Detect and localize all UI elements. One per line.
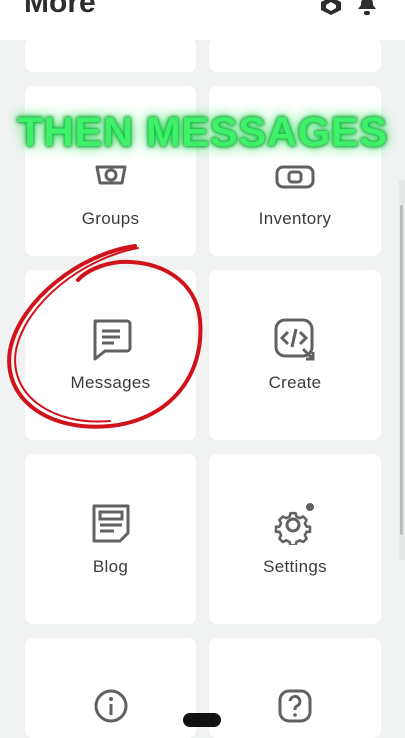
blog-icon — [89, 501, 133, 545]
partial-tile-right[interactable] — [209, 38, 381, 72]
groups-icon — [89, 163, 133, 191]
messages-label: Messages — [70, 373, 151, 392]
blog-tile[interactable]: Blog — [25, 454, 196, 624]
groups-label: Groups — [81, 209, 140, 228]
home-indicator — [183, 713, 221, 727]
messages-icon — [89, 317, 133, 361]
info-icon — [93, 688, 129, 724]
create-label: Create — [268, 373, 322, 392]
page-title: More — [24, 0, 96, 19]
partial-tile-left[interactable] — [25, 38, 196, 72]
notifications-icon[interactable] — [355, 0, 379, 21]
header-actions — [319, 0, 379, 21]
about-tile[interactable] — [25, 638, 196, 738]
create-icon — [273, 317, 317, 361]
groups-tile[interactable]: Groups — [25, 86, 196, 256]
inventory-label: Inventory — [258, 209, 332, 228]
robux-icon[interactable] — [319, 0, 343, 21]
blog-label: Blog — [92, 557, 129, 576]
messages-tile[interactable]: Messages — [25, 270, 196, 440]
help-icon — [277, 688, 313, 724]
settings-label: Settings — [263, 557, 327, 576]
settings-icon — [273, 501, 317, 545]
help-tile[interactable] — [209, 638, 381, 738]
create-tile[interactable]: Create — [209, 270, 381, 440]
settings-tile[interactable]: Settings — [209, 454, 381, 624]
inventory-tile[interactable]: Inventory — [209, 86, 381, 256]
top-bar: More — [0, 0, 405, 40]
scrollbar-thumb[interactable] — [400, 205, 403, 535]
inventory-icon — [273, 163, 317, 191]
